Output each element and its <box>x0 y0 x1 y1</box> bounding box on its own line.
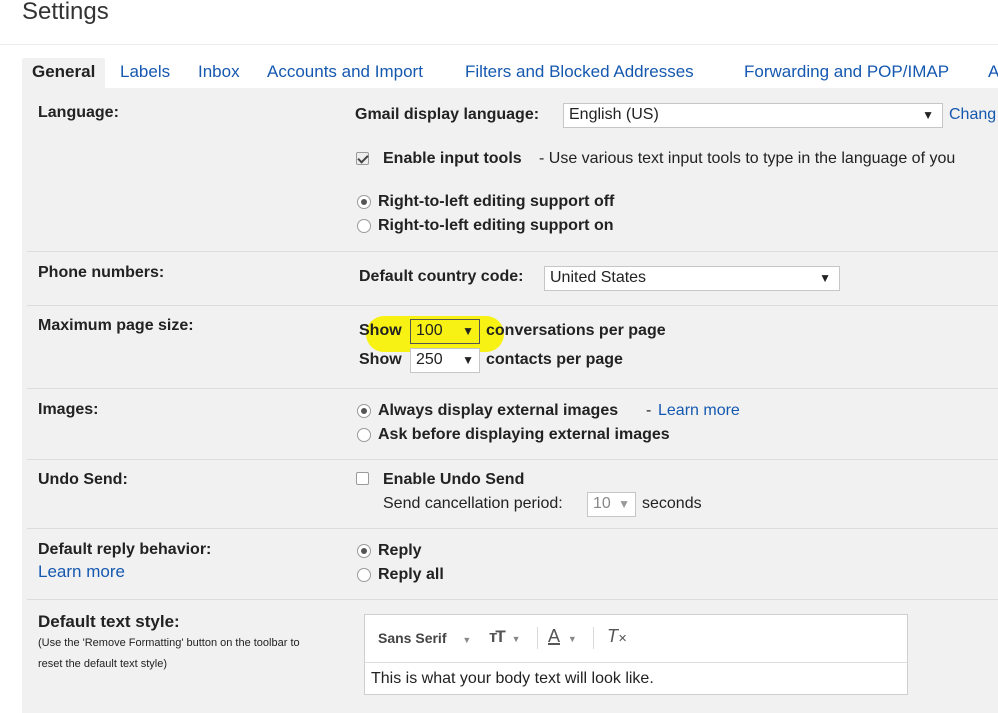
text-style-note-line2: reset the default text style) <box>38 658 168 670</box>
images-learn-more-link[interactable]: Learn more <box>658 402 740 420</box>
images-dash: - <box>646 402 652 419</box>
text-style-label: Default text style: <box>38 612 180 631</box>
settings-panel: Language: Gmail display language: Englis… <box>22 88 998 713</box>
images-label: Images: <box>38 401 99 418</box>
toolbar-separator <box>537 627 538 649</box>
font-family-value: Sans Serif <box>378 630 447 646</box>
chevron-down-icon: ▼ <box>462 353 474 367</box>
divider <box>27 388 998 389</box>
cancellation-period-value: 10 <box>593 495 611 512</box>
tab-labels[interactable]: Labels <box>120 58 170 88</box>
ask-before-radio[interactable] <box>357 428 371 442</box>
divider <box>27 251 998 252</box>
tab-filters-and-blocked-addresses[interactable]: Filters and Blocked Addresses <box>465 58 694 88</box>
toolbar-separator <box>593 627 594 649</box>
text-style-note-line1: (Use the 'Remove Formatting' button on t… <box>38 637 300 649</box>
tab-inbox[interactable]: Inbox <box>198 58 240 88</box>
contacts-per-page-select[interactable]: 250 ▼ <box>410 348 480 373</box>
conversations-per-page-value: 100 <box>416 322 443 339</box>
conversations-show-label: Show <box>359 322 402 339</box>
chevron-down-icon: ▼ <box>567 634 577 644</box>
country-code-label: Default country code: <box>359 268 524 285</box>
language-label: Language: <box>38 104 119 121</box>
chevron-down-icon: ▼ <box>618 497 630 511</box>
always-display-radio[interactable] <box>357 404 371 418</box>
country-code-value: United States <box>550 269 647 286</box>
tab-overflow[interactable]: A <box>988 58 998 88</box>
divider <box>27 459 998 460</box>
input-tools-checkbox[interactable] <box>356 152 369 165</box>
divider <box>27 305 998 306</box>
reply-all-radio[interactable] <box>357 568 371 582</box>
reply-all-label: Reply all <box>378 566 444 583</box>
country-code-select[interactable]: United States ▼ <box>544 266 840 291</box>
text-color-button[interactable]: A ▼ <box>548 626 577 647</box>
contacts-show-label: Show <box>359 351 402 368</box>
divider <box>27 599 998 600</box>
tab-forwarding-and-pop-imap[interactable]: Forwarding and POP/IMAP <box>744 58 949 88</box>
chevron-down-icon: ▼ <box>511 634 521 644</box>
rtl-on-label: Right-to-left editing support on <box>378 217 614 234</box>
conversations-per-page-select[interactable]: 100 ▼ <box>410 319 480 344</box>
font-size-icon: тT <box>489 627 506 646</box>
always-display-label: Always display external images <box>378 402 619 419</box>
editor-toolbar: Sans Serif ▼ тT ▼ A ▼ T✕ <box>365 615 907 663</box>
reply-learn-more-link[interactable]: Learn more <box>38 562 125 582</box>
phone-numbers-label: Phone numbers: <box>38 264 165 281</box>
cancellation-period-label: Send cancellation period: <box>383 495 563 512</box>
display-language-label: Gmail display language: <box>355 106 540 123</box>
page-size-label: Maximum page size: <box>38 317 194 334</box>
chevron-down-icon: ▼ <box>922 108 934 122</box>
display-language-select[interactable]: English (US) ▼ <box>563 103 943 128</box>
text-color-icon: A <box>548 626 561 646</box>
contacts-per-page-value: 250 <box>416 351 443 368</box>
remove-formatting-button[interactable]: T✕ <box>607 626 627 647</box>
contacts-per-page-label: contacts per page <box>486 351 623 368</box>
settings-tabs: General Labels Inbox Accounts and Import… <box>22 58 998 88</box>
rtl-off-label: Right-to-left editing support off <box>378 193 615 210</box>
title-divider <box>0 44 998 45</box>
chevron-down-icon: ▼ <box>462 324 474 338</box>
divider <box>27 528 998 529</box>
rtl-on-radio[interactable] <box>357 219 371 233</box>
input-tools-description: - Use various text input tools to type i… <box>539 150 956 167</box>
text-style-editor: Sans Serif ▼ тT ▼ A ▼ T✕ This is what yo… <box>364 614 908 695</box>
tab-accounts-and-import[interactable]: Accounts and Import <box>267 58 423 88</box>
remove-formatting-icon: T✕ <box>607 626 628 646</box>
conversations-per-page-label: conversations per page <box>486 322 666 339</box>
enable-undo-send-label: Enable Undo Send <box>383 471 525 488</box>
input-tools-label: Enable input tools <box>383 150 522 167</box>
chevron-down-icon: ▼ <box>819 271 831 285</box>
cancellation-period-select[interactable]: 10 ▼ <box>587 492 636 517</box>
change-language-link[interactable]: Chang <box>949 106 996 124</box>
page-title: Settings <box>22 0 109 25</box>
font-family-select[interactable]: Sans Serif ▼ <box>378 630 471 646</box>
font-size-button[interactable]: тT ▼ <box>489 627 521 647</box>
ask-before-label: Ask before displaying external images <box>378 426 670 443</box>
undo-send-checkbox[interactable] <box>356 472 369 485</box>
display-language-value: English (US) <box>569 106 659 123</box>
editor-preview-text[interactable]: This is what your body text will look li… <box>371 670 654 688</box>
reply-behavior-label: Default reply behavior: <box>38 541 212 558</box>
seconds-label: seconds <box>642 495 702 512</box>
rtl-off-radio[interactable] <box>357 195 371 209</box>
tab-general[interactable]: General <box>22 58 106 88</box>
chevron-down-icon: ▼ <box>462 635 472 645</box>
undo-send-label: Undo Send: <box>38 471 128 488</box>
reply-label: Reply <box>378 542 422 559</box>
reply-radio[interactable] <box>357 544 371 558</box>
